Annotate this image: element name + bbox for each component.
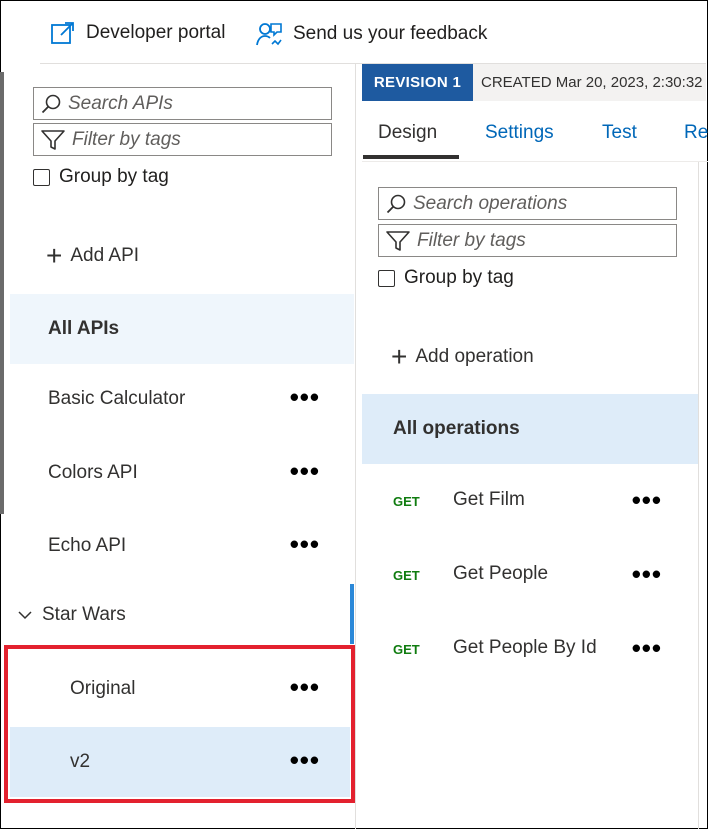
api-item-label: Basic Calculator: [48, 388, 186, 409]
feedback-person-icon: [256, 23, 282, 46]
api-revision-original[interactable]: Original •••: [10, 654, 354, 724]
api-revision-v2[interactable]: v2 •••: [10, 727, 350, 797]
filter-operations-placeholder: Filter by tags: [417, 229, 526, 251]
filter-apis-placeholder: Filter by tags: [72, 128, 181, 150]
group-operations-by-tag-checkbox[interactable]: Group by tag: [378, 267, 514, 289]
apis-panel-divider: [355, 64, 356, 829]
operation-item-get-people-by-id[interactable]: GET Get People By Id •••: [362, 613, 698, 683]
tab-settings[interactable]: Settings: [485, 122, 554, 144]
command-bar: Developer portal Send us your feedback: [0, 0, 708, 64]
send-feedback-button[interactable]: Send us your feedback: [255, 20, 487, 48]
add-api-label: Add API: [70, 245, 140, 266]
group-by-tag-label: Group by tag: [404, 267, 514, 288]
checkbox-box[interactable]: [33, 168, 50, 186]
search-operations-input[interactable]: Search operations: [378, 187, 677, 220]
operation-item-all-operations[interactable]: All operations: [362, 394, 698, 464]
search-apis-input[interactable]: Search APIs: [33, 87, 332, 120]
http-method-badge: GET: [393, 494, 420, 509]
tab-test[interactable]: Test: [602, 122, 637, 144]
send-feedback-label: Send us your feedback: [293, 23, 488, 44]
add-operation-button[interactable]: + Add operation: [391, 343, 534, 371]
search-apis-placeholder: Search APIs: [68, 92, 173, 114]
tabs-divider: [362, 161, 708, 162]
revision-badge: REVISION 1: [362, 64, 473, 101]
add-operation-label: Add operation: [415, 346, 534, 367]
more-options-icon[interactable]: •••: [290, 458, 320, 484]
more-options-icon[interactable]: •••: [632, 635, 662, 661]
filter-apis-by-tags-input[interactable]: Filter by tags: [33, 123, 332, 156]
http-method-badge: GET: [393, 568, 420, 583]
api-revision-label: Original: [70, 678, 136, 699]
operation-item-get-people[interactable]: GET Get People •••: [362, 539, 698, 609]
search-icon: [41, 94, 61, 113]
filter-operations-by-tags-input[interactable]: Filter by tags: [378, 224, 677, 257]
more-options-icon[interactable]: •••: [290, 531, 320, 557]
group-apis-by-tag-checkbox[interactable]: Group by tag: [33, 166, 169, 188]
api-item-label: Echo API: [48, 535, 127, 556]
tab-revisions[interactable]: Re: [684, 122, 708, 144]
api-item-basic-calculator[interactable]: Basic Calculator •••: [10, 364, 354, 434]
plus-icon: +: [391, 341, 408, 372]
more-options-icon[interactable]: •••: [632, 487, 662, 513]
add-api-button[interactable]: + Add API: [46, 242, 139, 270]
group-by-tag-label: Group by tag: [59, 166, 169, 187]
more-options-icon[interactable]: •••: [290, 674, 320, 700]
apis-panel-scrollbar[interactable]: [350, 584, 354, 644]
operation-name: Get People By Id: [453, 637, 597, 658]
operations-panel-divider: [698, 162, 699, 829]
search-icon: [386, 194, 406, 213]
api-item-label: Colors API: [48, 462, 138, 483]
search-operations-placeholder: Search operations: [413, 192, 568, 214]
operation-item-label: All operations: [393, 418, 520, 439]
api-item-all-apis[interactable]: All APIs: [10, 294, 354, 364]
api-item-label: All APIs: [48, 318, 120, 339]
open-external-icon: [51, 22, 74, 44]
api-item-echo-api[interactable]: Echo API •••: [10, 511, 354, 581]
active-tab-indicator: [363, 155, 459, 159]
blade-scrollbar[interactable]: [0, 72, 4, 514]
checkbox-box[interactable]: [378, 269, 395, 287]
api-item-colors-api[interactable]: Colors API •••: [10, 438, 354, 508]
filter-icon: [41, 129, 65, 150]
plus-icon: +: [46, 240, 63, 271]
revision-created-info: CREATED Mar 20, 2023, 2:30:32: [473, 64, 706, 101]
developer-portal-label: Developer portal: [86, 22, 226, 43]
api-group-star-wars[interactable]: Star Wars: [18, 604, 126, 626]
chevron-down-icon[interactable]: [18, 608, 32, 622]
operation-item-get-film[interactable]: GET Get Film •••: [362, 465, 698, 535]
more-options-icon[interactable]: •••: [290, 747, 320, 773]
api-revision-label: v2: [70, 751, 91, 772]
more-options-icon[interactable]: •••: [632, 561, 662, 587]
more-options-icon[interactable]: •••: [290, 384, 320, 410]
http-method-badge: GET: [393, 642, 420, 657]
tab-design[interactable]: Design: [378, 122, 437, 144]
operation-name: Get Film: [453, 489, 525, 510]
operation-name: Get People: [453, 563, 549, 584]
filter-icon: [386, 230, 410, 251]
developer-portal-button[interactable]: Developer portal: [50, 20, 225, 46]
api-group-label: Star Wars: [42, 604, 126, 625]
